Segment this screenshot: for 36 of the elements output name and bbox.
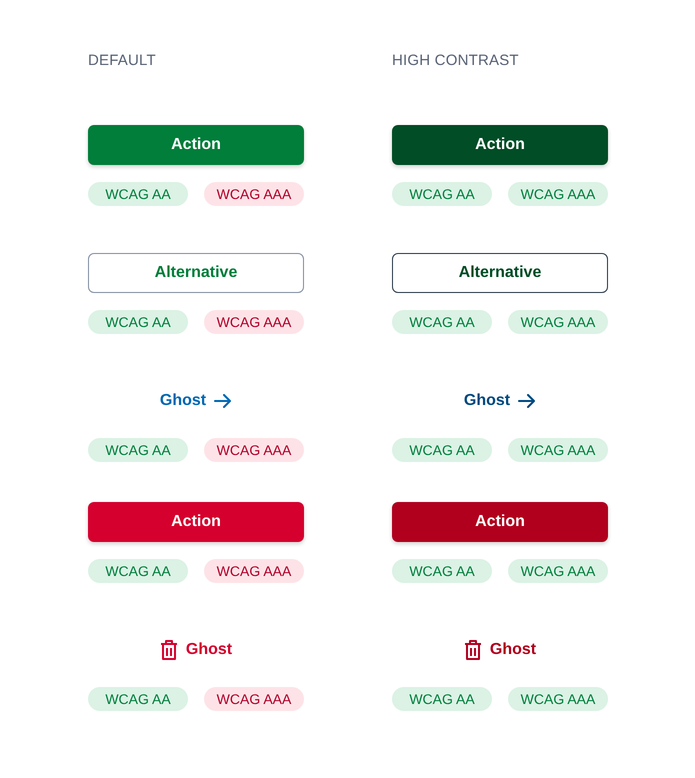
wcag-badge: WCAG AAA (204, 182, 304, 206)
wcag-badge: WCAG AAA (508, 687, 608, 711)
wcag-badge: WCAG AAA (204, 559, 304, 583)
alternative-button[interactable]: Alternative (392, 253, 608, 293)
wcag-badge: WCAG AA (88, 559, 188, 583)
action-button[interactable]: Action (88, 125, 304, 165)
wcag-badge: WCAG AAA (508, 310, 608, 334)
action-button[interactable]: Action (88, 502, 304, 542)
column-heading: HIGH CONTRAST (392, 51, 520, 71)
wcag-badge: WCAG AA (392, 310, 492, 334)
wcag-badge: WCAG AA (88, 182, 188, 206)
wcag-badge: WCAG AAA (508, 182, 608, 206)
wcag-badge: WCAG AAA (204, 310, 304, 334)
column-heading: DEFAULT (88, 51, 157, 71)
wcag-badge: WCAG AA (88, 687, 188, 711)
ghost-button[interactable]: Ghost (156, 381, 236, 421)
action-button[interactable]: Action (392, 125, 608, 165)
wcag-badge: WCAG AA (88, 310, 188, 334)
wcag-badge: WCAG AAA (204, 438, 304, 462)
wcag-badge: WCAG AA (392, 182, 492, 206)
wcag-badge: WCAG AA (392, 687, 492, 711)
delete-button[interactable]: Ghost (460, 630, 540, 670)
ghost-button[interactable]: Ghost (460, 381, 540, 421)
delete-button[interactable]: Ghost (156, 630, 236, 670)
wcag-badge: WCAG AAA (204, 687, 304, 711)
wcag-badge: WCAG AAA (508, 559, 608, 583)
trash-icon (464, 639, 482, 661)
alternative-button[interactable]: Alternative (88, 253, 304, 293)
action-button[interactable]: Action (392, 502, 608, 542)
wcag-badge: WCAG AA (392, 438, 492, 462)
wcag-badge: WCAG AA (88, 438, 188, 462)
wcag-badge: WCAG AA (392, 559, 492, 583)
wcag-badge: WCAG AAA (508, 438, 608, 462)
arrow-right-icon (518, 394, 536, 408)
arrow-right-icon (214, 394, 232, 408)
trash-icon (160, 639, 178, 661)
